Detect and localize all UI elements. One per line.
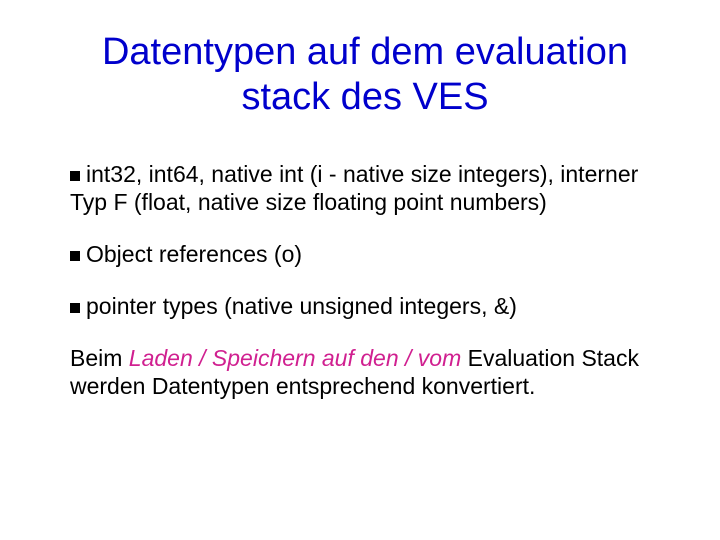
bullet-text: pointer types (native unsigned integers,… bbox=[86, 293, 517, 319]
bullet-marker-icon bbox=[70, 251, 80, 261]
closing-paragraph: Beim Laden / Speichern auf den / vom Eva… bbox=[70, 344, 660, 400]
slide-body: int32, int64, native int (i - native siz… bbox=[70, 160, 660, 400]
slide-title: Datentypen auf dem evaluation stack des … bbox=[70, 30, 660, 120]
bullet-item: Object references (o) bbox=[70, 240, 660, 268]
bullet-text: int32, int64, native int (i - native siz… bbox=[70, 161, 638, 215]
bullet-item: pointer types (native unsigned integers,… bbox=[70, 292, 660, 320]
slide: Datentypen auf dem evaluation stack des … bbox=[0, 0, 720, 540]
bullet-item: int32, int64, native int (i - native siz… bbox=[70, 160, 660, 216]
bullet-marker-icon bbox=[70, 303, 80, 313]
bullet-marker-icon bbox=[70, 171, 80, 181]
bullet-text: Object references (o) bbox=[86, 241, 302, 267]
closing-emphasis: Laden / Speichern auf den / vom bbox=[129, 345, 461, 371]
closing-pre: Beim bbox=[70, 345, 129, 371]
